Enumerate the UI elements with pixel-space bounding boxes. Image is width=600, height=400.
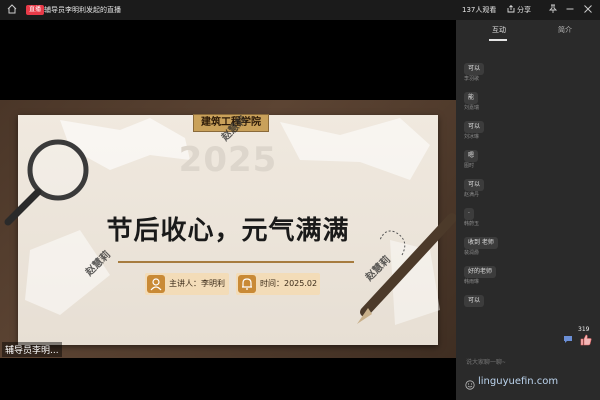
chat-username: 裴润爵: [464, 250, 480, 256]
minimize-icon[interactable]: [565, 4, 575, 14]
chat-input[interactable]: [466, 357, 590, 369]
chat-username: 韩雨琳: [464, 279, 480, 285]
presentation-slide: 建筑工程学院 2025 节后收心，元气满满 主讲人：李明利 时间：2025.02…: [0, 100, 456, 358]
tab-interaction[interactable]: 互动: [492, 25, 506, 35]
panel-tabs: 互动 简介: [456, 20, 600, 42]
chat-username: [464, 46, 594, 55]
chat-username: 韩蔚玉: [464, 221, 480, 227]
chat-bubble: 可以: [464, 179, 485, 191]
slide-headline: 节后收心，元气满满: [106, 216, 350, 246]
chat-message: 韩雨琳 可以: [464, 278, 594, 307]
site-watermark: linguyuefin.com: [478, 376, 559, 387]
time-tag: 时间：2025.02: [236, 273, 320, 295]
chat-bubble: 可以: [464, 121, 485, 133]
chat-message: 刘嘉瑞 可以: [464, 104, 594, 133]
chat-message: 赵满丹 ·: [464, 191, 594, 220]
chat-message: 裴润爵 好的老师: [464, 249, 594, 278]
chat-message: 可以: [464, 46, 594, 75]
chat-username: 赵满丹: [464, 192, 480, 198]
chat-username: 刘嘉瑞: [464, 105, 480, 111]
speaker-tag: 主讲人：李明利: [145, 273, 229, 295]
camera-label: 辅导员李明...: [2, 342, 62, 357]
chat-message: 图时 可以: [464, 162, 594, 191]
chat-bubble: 收到 老师: [464, 237, 498, 249]
live-badge: 直播: [26, 5, 45, 15]
chat-message: 刘冰琳嗯: [464, 133, 594, 162]
chat-bubble: ·: [464, 208, 474, 220]
chat-bubble: 嗯: [464, 150, 479, 162]
bell-icon: [238, 275, 256, 293]
stream-title: 辅导员李明利发起的直播: [44, 6, 121, 14]
chat-message: 李羽歌能: [464, 75, 594, 104]
side-panel: 互动 简介 可以 李羽歌能 刘嘉瑞 可以 刘冰琳嗯 图时 可以 赵满丹 · 韩蔚玉 收到…: [456, 20, 600, 400]
chat-bubble: 能: [464, 92, 479, 104]
tab-intro[interactable]: 简介: [558, 25, 572, 35]
time-text: 时间：2025.02: [260, 279, 318, 288]
share-icon: [507, 5, 515, 13]
chat-username: 刘冰琳: [464, 134, 480, 140]
pin-icon[interactable]: [548, 4, 558, 14]
speaker-text: 主讲人：李明利: [169, 279, 225, 288]
title-bar: 直播 辅导员李明利发起的直播 137人观看 分享: [0, 0, 600, 21]
close-icon[interactable]: [583, 4, 593, 14]
viewer-count: 137人观看: [462, 6, 497, 14]
chat-bubble: 可以: [464, 295, 485, 307]
share-button[interactable]: 分享: [507, 4, 531, 16]
emoji-icon[interactable]: [465, 380, 475, 390]
like-count: 319: [578, 326, 590, 333]
thumbs-up-icon[interactable]: [580, 334, 592, 346]
active-tab-indicator: [489, 39, 507, 41]
chat-bubble: 可以: [464, 63, 485, 75]
chat-username: 李羽歌: [464, 76, 480, 82]
home-icon[interactable]: [7, 4, 17, 14]
share-label: 分享: [517, 6, 531, 14]
chat-message: 韩蔚玉 收到 老师: [464, 220, 594, 249]
chat-list[interactable]: 可以 李羽歌能 刘嘉瑞 可以 刘冰琳嗯 图时 可以 赵满丹 · 韩蔚玉 收到 老师 裴润…: [464, 46, 594, 307]
divider: [118, 261, 354, 263]
person-icon: [147, 275, 165, 293]
chat-bubble: 好的老师: [464, 266, 497, 278]
slide-year: 2025: [178, 140, 278, 180]
chat-icon[interactable]: [563, 335, 573, 344]
video-area[interactable]: 建筑工程学院 2025 节后收心，元气满满 主讲人：李明利 时间：2025.02…: [0, 20, 456, 400]
chat-username: 图时: [464, 163, 475, 169]
